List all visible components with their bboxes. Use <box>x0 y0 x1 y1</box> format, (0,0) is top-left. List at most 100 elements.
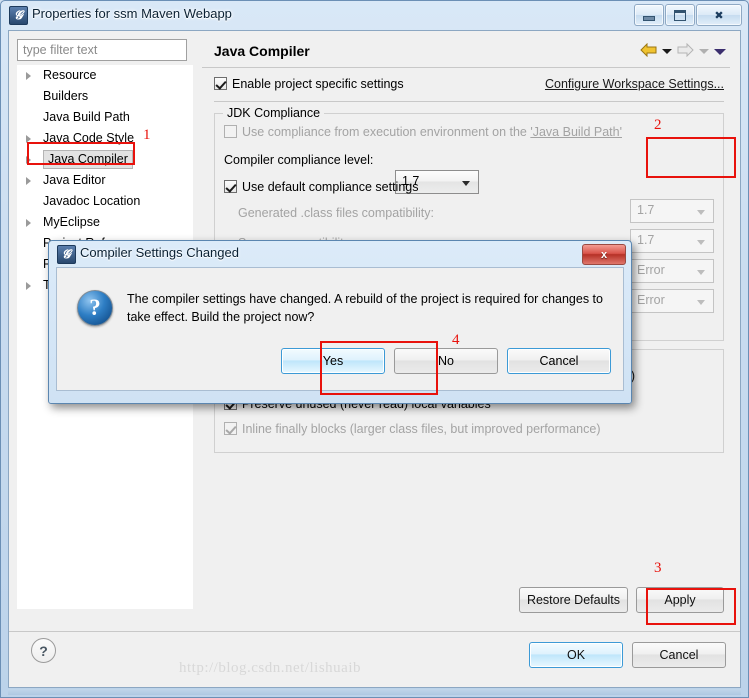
annotation-number-2: 2 <box>654 117 662 133</box>
inline-finally-blocks-label: Inline finally blocks (larger class file… <box>242 422 601 436</box>
restore-defaults-button[interactable]: Restore Defaults <box>519 587 628 613</box>
maximize-button[interactable] <box>665 4 695 26</box>
cancel-label: Cancel <box>659 648 699 662</box>
combo-value: 1.7 <box>637 233 655 247</box>
sidebar-item-java-code-style[interactable]: Java Code Style <box>17 128 193 149</box>
dialog-message: The compiler settings have changed. A re… <box>127 292 603 324</box>
sidebar-item-myeclipse[interactable]: MyEclipse <box>17 212 193 233</box>
sidebar-item-label: Java Build Path <box>43 110 130 124</box>
caption-buttons: ✖ <box>634 4 742 26</box>
footer-divider <box>9 631 740 632</box>
compiler-settings-changed-dialog: 𝓖 Compiler Settings Changed x ? The comp… <box>48 240 632 404</box>
window-titlebar: 𝓖 Properties for ssm Maven Webapp ✖ <box>1 1 748 29</box>
window-title: Properties for ssm Maven Webapp <box>32 6 232 21</box>
combo-value: Error <box>637 263 665 277</box>
annotation-number-4: 4 <box>452 332 460 348</box>
enable-project-specific-settings-checkbox[interactable]: Enable project specific settings <box>214 77 404 91</box>
sidebar-item-java-compiler[interactable]: Java Compiler <box>17 149 193 170</box>
apply-label: Apply <box>664 593 696 607</box>
enable-project-specific-settings-label: Enable project specific settings <box>232 77 404 91</box>
chevron-right-icon[interactable] <box>26 177 31 185</box>
use-execution-environment-checkbox: Use compliance from execution environmen… <box>224 125 622 139</box>
sidebar-item-label: Java Compiler <box>43 150 133 169</box>
cancel-label: Cancel <box>539 354 579 368</box>
minimize-icon <box>635 5 663 25</box>
divider <box>214 101 724 102</box>
apply-button[interactable]: Apply <box>636 587 724 613</box>
no-label: No <box>438 354 454 368</box>
sidebar-item-java-build-path[interactable]: Java Build Path <box>17 107 193 128</box>
eclipse-icon: 𝓖 <box>57 245 76 264</box>
assert-identifier-severity-combo: Error <box>630 259 714 283</box>
dialog-title: Compiler Settings Changed <box>80 245 239 260</box>
help-question-mark-icon[interactable]: ? <box>31 638 56 663</box>
java-build-path-link: 'Java Build Path' <box>530 125 622 139</box>
chevron-right-icon[interactable] <box>26 219 31 227</box>
page-title: Java Compiler <box>214 43 310 59</box>
chevron-down-icon <box>697 270 705 275</box>
sidebar-item-javadoc-location[interactable]: Javadoc Location <box>17 191 193 212</box>
chevron-right-icon[interactable] <box>26 72 31 80</box>
sidebar-item-label: Builders <box>43 89 89 103</box>
sidebar-item-builders[interactable]: Builders <box>17 86 193 107</box>
chevron-right-icon[interactable] <box>26 282 31 290</box>
dialog-yes-button[interactable]: Yes <box>281 348 385 374</box>
eclipse-icon: 𝓖 <box>9 6 28 25</box>
chevron-right-icon[interactable] <box>26 156 31 164</box>
inline-finally-blocks-checkbox: Inline finally blocks (larger class file… <box>224 422 600 436</box>
back-menu-chevron-down-icon[interactable] <box>662 49 672 54</box>
combo-value: Error <box>637 293 665 307</box>
filter-placeholder: type filter text <box>23 43 98 57</box>
close-button[interactable]: ✖ <box>696 4 742 26</box>
cancel-button[interactable]: Cancel <box>632 642 726 668</box>
chevron-down-icon <box>462 181 470 186</box>
divider <box>202 67 730 68</box>
generated-class-compatibility-combo: 1.7 <box>630 199 714 223</box>
compiler-compliance-level-label: Compiler compliance level: <box>224 153 374 167</box>
sidebar-item-label: MyEclipse <box>43 215 100 229</box>
yes-label: Yes <box>322 354 344 368</box>
combo-value: 1.7 <box>637 203 655 217</box>
forward-menu-chevron-down-icon <box>699 49 709 54</box>
window-bottom-edge <box>8 689 741 695</box>
question-icon: ? <box>77 290 113 326</box>
ok-button[interactable]: OK <box>529 642 623 668</box>
source-compatibility-combo: 1.7 <box>630 229 714 253</box>
sidebar-item-label: Java Editor <box>43 173 106 187</box>
jdk-compliance-group-label: JDK Compliance <box>223 106 325 120</box>
checkbox-icon <box>224 125 237 138</box>
close-icon: ✖ <box>714 9 724 22</box>
forward-arrow-icon <box>677 42 694 60</box>
checkbox-icon <box>224 422 237 435</box>
minimize-button[interactable] <box>634 4 664 26</box>
configure-workspace-settings-link[interactable]: Configure Workspace Settings... <box>545 77 724 91</box>
watermark: http://blog.csdn.net/lishuaib <box>179 660 361 676</box>
dialog-close-button[interactable]: x <box>582 244 626 265</box>
restore-defaults-label: Restore Defaults <box>526 593 621 607</box>
sidebar-item-resource[interactable]: Resource <box>17 65 193 86</box>
dialog-cancel-button[interactable]: Cancel <box>507 348 611 374</box>
filter-input[interactable]: type filter text <box>17 39 187 61</box>
enum-identifier-severity-combo: Error <box>630 289 714 313</box>
view-menu-chevron-down-icon[interactable] <box>714 48 726 55</box>
dialog-body: ? The compiler settings have changed. A … <box>56 267 624 391</box>
close-icon: x <box>600 248 608 261</box>
screenshot-root: 𝓖 Properties for ssm Maven Webapp ✖ type… <box>0 0 749 698</box>
maximize-icon <box>666 5 694 25</box>
sidebar-item-label: Java Code Style <box>43 131 135 145</box>
chevron-right-icon[interactable] <box>26 135 31 143</box>
use-default-compliance-checkbox[interactable]: Use default compliance settings <box>224 180 418 194</box>
sidebar-item-java-editor[interactable]: Java Editor <box>17 170 193 191</box>
annotation-number-3: 3 <box>654 560 662 576</box>
back-arrow-icon[interactable] <box>640 42 657 60</box>
dialog-no-button[interactable]: No <box>394 348 498 374</box>
pane-nav-icons <box>640 42 726 60</box>
chevron-down-icon <box>697 210 705 215</box>
sidebar-item-label: Resource <box>43 68 97 82</box>
dialog-titlebar: 𝓖 Compiler Settings Changed x <box>49 241 631 267</box>
chevron-down-icon <box>697 240 705 245</box>
annotation-number-1: 1 <box>143 127 151 143</box>
dialog-button-row: Yes No Cancel <box>281 348 611 374</box>
checkbox-icon <box>224 180 237 193</box>
generated-class-compatibility-label: Generated .class files compatibility: <box>238 206 434 220</box>
